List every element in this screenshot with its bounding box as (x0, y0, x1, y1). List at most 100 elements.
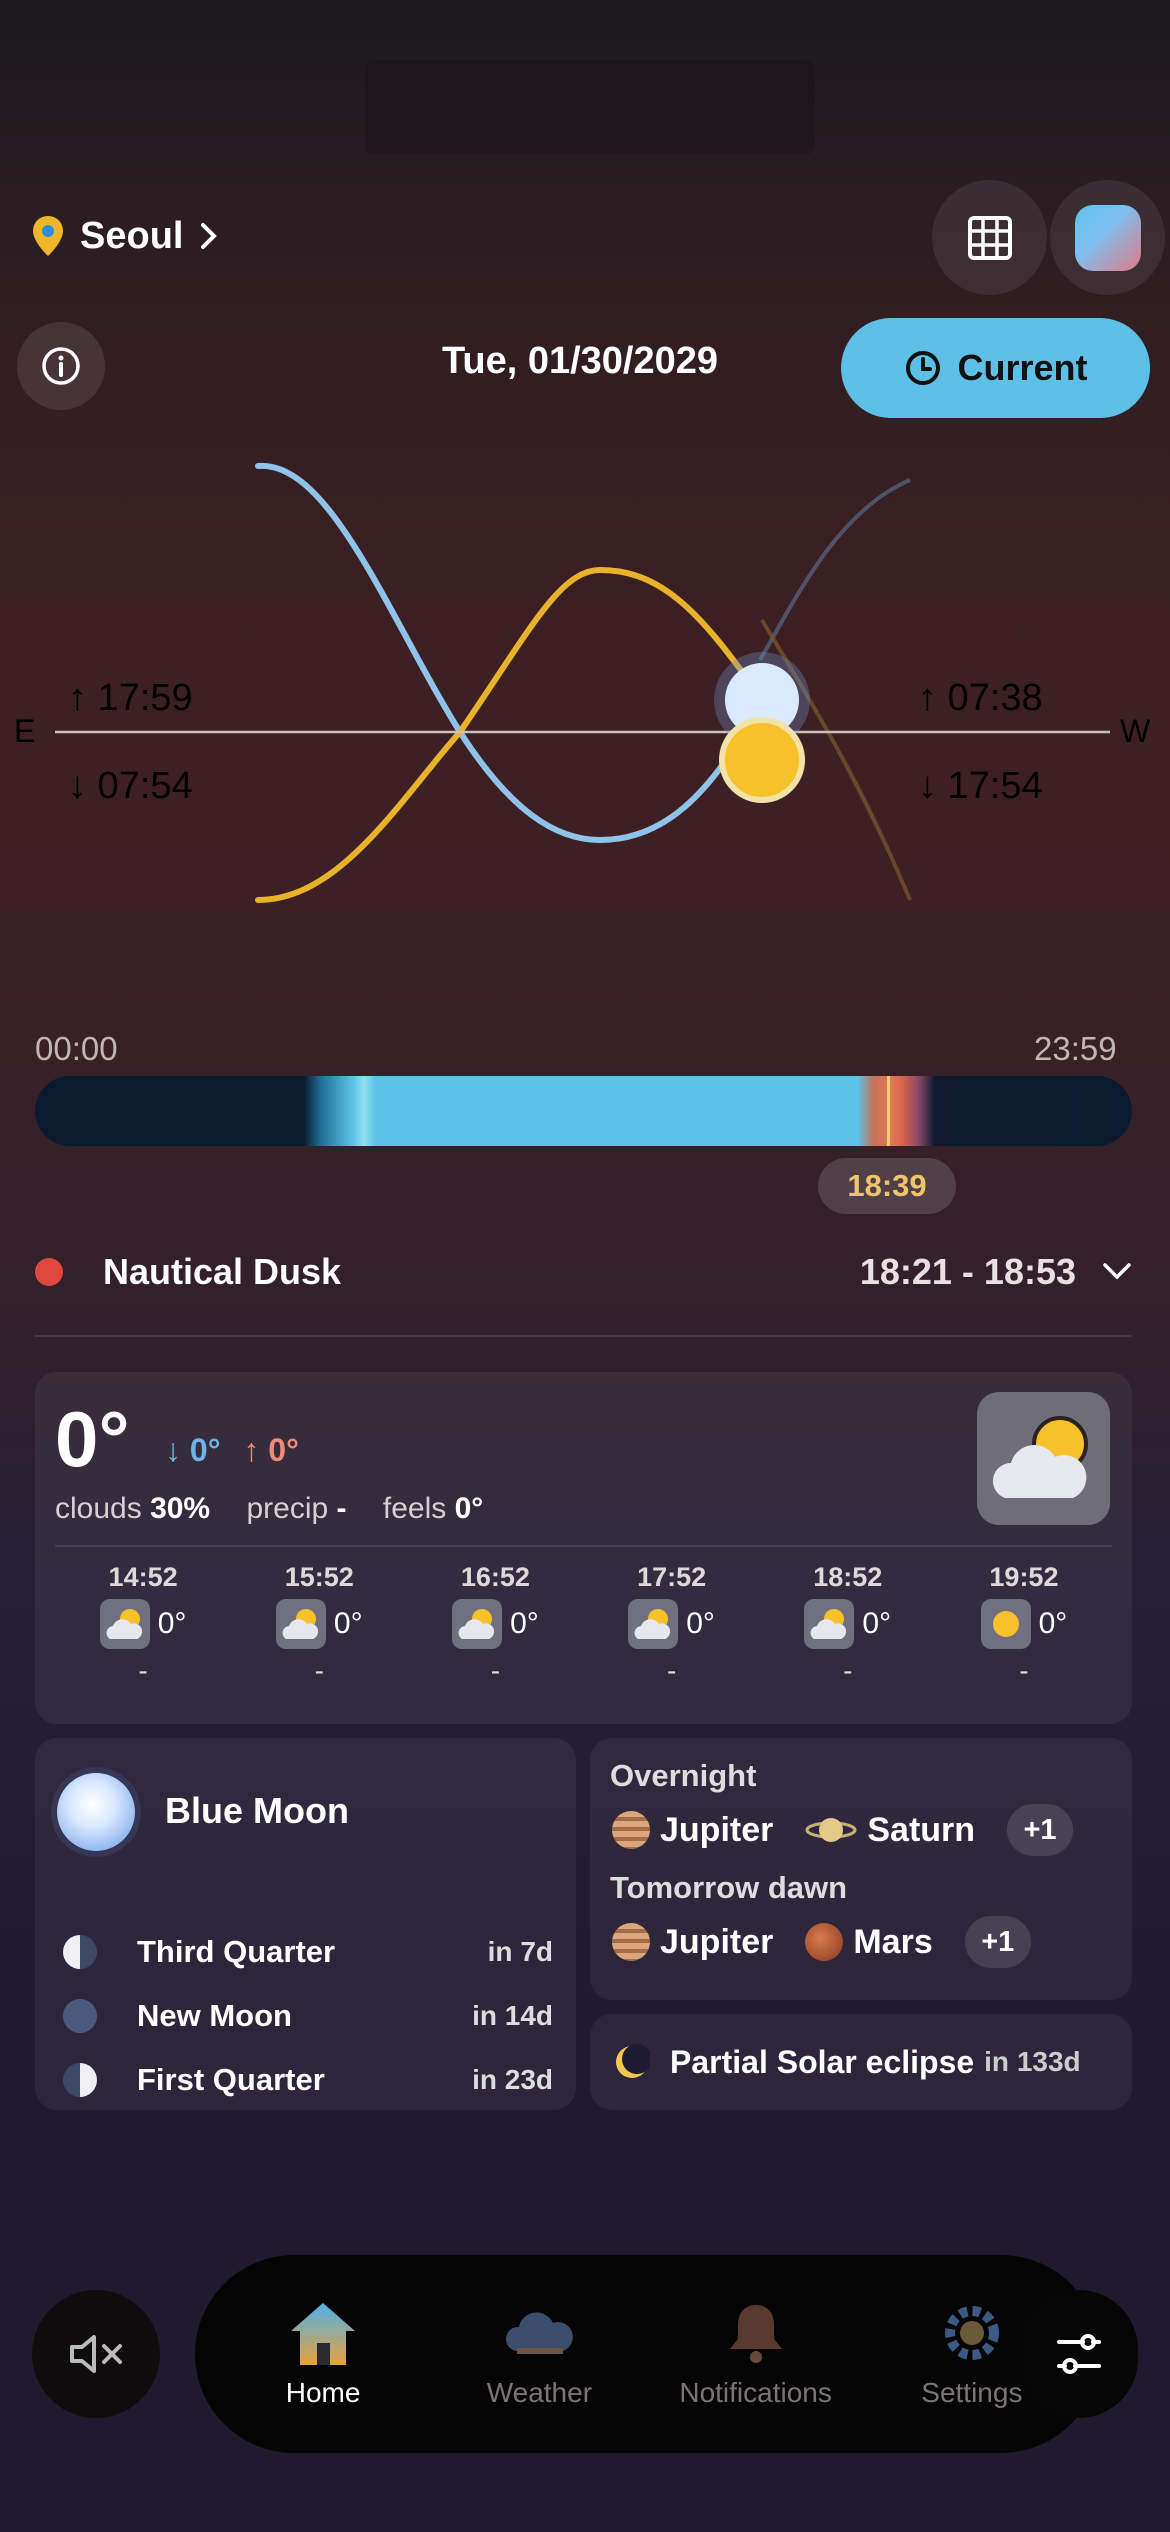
phase-name: Nautical Dusk (103, 1251, 342, 1292)
bell-icon (729, 2305, 782, 2363)
overnight-label: Overnight (610, 1758, 757, 1793)
nav-notifications[interactable]: Notifications (648, 2299, 864, 2409)
precip-label: precip (246, 1492, 329, 1525)
bottom-nav: Home Weather Notifications Settings (195, 2255, 1100, 2453)
hour-time: 17:52 (637, 1562, 707, 1592)
planets-card[interactable]: Overnight Jupiter Saturn +1 Tomorrow daw… (590, 1738, 1132, 2000)
hour-time: 15:52 (284, 1562, 354, 1592)
hourly-item: 16:52 0° - (407, 1562, 583, 1687)
sliders-icon (1057, 2334, 1101, 2374)
current-button-label: Current (957, 347, 1088, 388)
eclipse-name: Partial Solar eclipse (670, 2043, 975, 2080)
chevron-right-icon (201, 223, 218, 249)
twilight-phase-row[interactable]: Nautical Dusk 18:21 - 18:53 (35, 1244, 1132, 1300)
hourly-item: 17:52 0° - (584, 1562, 760, 1687)
dawn-label: Tomorrow dawn (610, 1870, 848, 1905)
nav-label: Home (285, 2377, 361, 2408)
hour-temp: 0° (686, 1607, 715, 1640)
moon-card[interactable]: Blue Moon Third Quarter in 7d New Moon i… (35, 1738, 576, 2110)
temp-high: ↑ 0° (243, 1432, 299, 1468)
nav-label: Notifications (679, 2377, 832, 2408)
partly-cloudy-icon (977, 1392, 1110, 1525)
partly-cloudy-icon (275, 1599, 326, 1649)
hour-precip: - (1019, 1655, 1029, 1686)
partly-cloudy-icon (99, 1599, 150, 1649)
sun-icon (980, 1599, 1031, 1649)
more-planets-badge[interactable]: +1 (1007, 1804, 1074, 1856)
grid-view-button[interactable] (932, 180, 1047, 295)
info-button[interactable] (17, 322, 105, 410)
status-bar (365, 60, 815, 155)
hour-precip: - (490, 1655, 501, 1686)
home-icon (291, 2303, 356, 2365)
hour-time: 18:52 (813, 1562, 883, 1592)
sun-moon-path-chart[interactable]: E W ↑ 17:59 ↓ 07:54 ↑ 07:38 ↓ 17:54 (0, 440, 1170, 930)
moon-phase-name: First Quarter (137, 2062, 325, 2097)
moon-phase-row: First Quarter in 23d (63, 2062, 553, 2098)
weather-details: clouds 30% precip - feels 0° (55, 1492, 483, 1526)
full-moon-icon (57, 1773, 135, 1851)
moon-phase-name: New Moon (137, 1998, 292, 2033)
west-rise-time: ↑ 07:38 (918, 677, 1043, 719)
nav-label: Weather (486, 2377, 593, 2408)
planet-name: Jupiter (660, 1922, 774, 1961)
moon-phase-in: in 7d (487, 1936, 553, 1967)
hour-temp: 0° (333, 1607, 363, 1640)
timeline-marker[interactable] (887, 1076, 890, 1146)
timeline-start: 00:00 (35, 1030, 118, 1067)
feels-label: feels (382, 1492, 447, 1525)
grid-icon (967, 215, 1012, 260)
eclipse-in: in 133d (984, 2046, 1081, 2077)
moon-phase-in: in 14d (472, 2000, 553, 2031)
moon-phase-row: New Moon in 14d (63, 1998, 553, 2034)
location-pin-icon (33, 216, 63, 256)
west-set-time: ↓ 17:54 (918, 765, 1043, 807)
location-name: Seoul (80, 214, 184, 257)
mute-button[interactable] (32, 2290, 160, 2418)
day-timeline-slider[interactable] (35, 1076, 1132, 1146)
hour-time: 19:52 (989, 1562, 1059, 1592)
planet-name: Jupiter (660, 1810, 774, 1849)
precip-value: - (336, 1492, 347, 1525)
divider (55, 1545, 1112, 1547)
moon-phase-name: Third Quarter (137, 1934, 336, 1969)
current-button[interactable]: Current (841, 318, 1150, 418)
filter-button[interactable] (1020, 2290, 1138, 2418)
partly-cloudy-icon (628, 1599, 679, 1649)
third-quarter-moon-icon (63, 1935, 97, 1969)
eclipse-card[interactable]: Partial Solar eclipse in 133d (590, 2014, 1132, 2110)
jupiter-icon (612, 1923, 650, 1961)
current-temperature: 0° (55, 1395, 130, 1483)
chevron-down-icon (1103, 1263, 1131, 1280)
west-label: W (1120, 713, 1151, 749)
hour-temp: 0° (862, 1607, 892, 1640)
mars-icon (805, 1923, 844, 1961)
current-date[interactable]: Tue, 01/30/2029 (330, 340, 830, 383)
weather-card[interactable]: 0° ↓ 0° ↑ 0° clouds 30% precip - feels 0… (35, 1372, 1132, 1724)
moon-title: Blue Moon (165, 1790, 349, 1831)
hour-precip: - (666, 1655, 677, 1686)
hour-precip: - (843, 1655, 853, 1686)
hour-time: 16:52 (460, 1562, 530, 1592)
nav-label: Settings (921, 2377, 1023, 2408)
location-selector[interactable]: Seoul (30, 205, 221, 267)
hourly-item: 19:52 0° - (936, 1562, 1112, 1687)
clock-icon (906, 351, 941, 385)
eclipse-icon (616, 2044, 650, 2078)
hour-precip: - (314, 1655, 324, 1686)
more-planets-badge[interactable]: +1 (964, 1916, 1031, 1968)
theme-button[interactable] (1050, 180, 1165, 295)
speaker-muted-icon (70, 2335, 122, 2373)
phase-range: 18:21 - 18:53 (859, 1251, 1076, 1292)
hour-temp: 0° (1038, 1607, 1068, 1640)
nav-weather[interactable]: Weather (431, 2299, 647, 2409)
hourly-item: 18:52 0° - (760, 1562, 936, 1687)
hour-time: 14:52 (108, 1562, 178, 1592)
theme-swatch-icon (1074, 204, 1141, 271)
overnight-planets: Jupiter Saturn +1 (612, 1804, 1074, 1856)
hourly-item: 14:52 0° - (55, 1562, 231, 1687)
moon-path-upcoming (758, 478, 911, 661)
timeline-end: 23:59 (1034, 1030, 1117, 1067)
nav-home[interactable]: Home (215, 2299, 431, 2409)
clouds-value: 30% (150, 1492, 211, 1525)
